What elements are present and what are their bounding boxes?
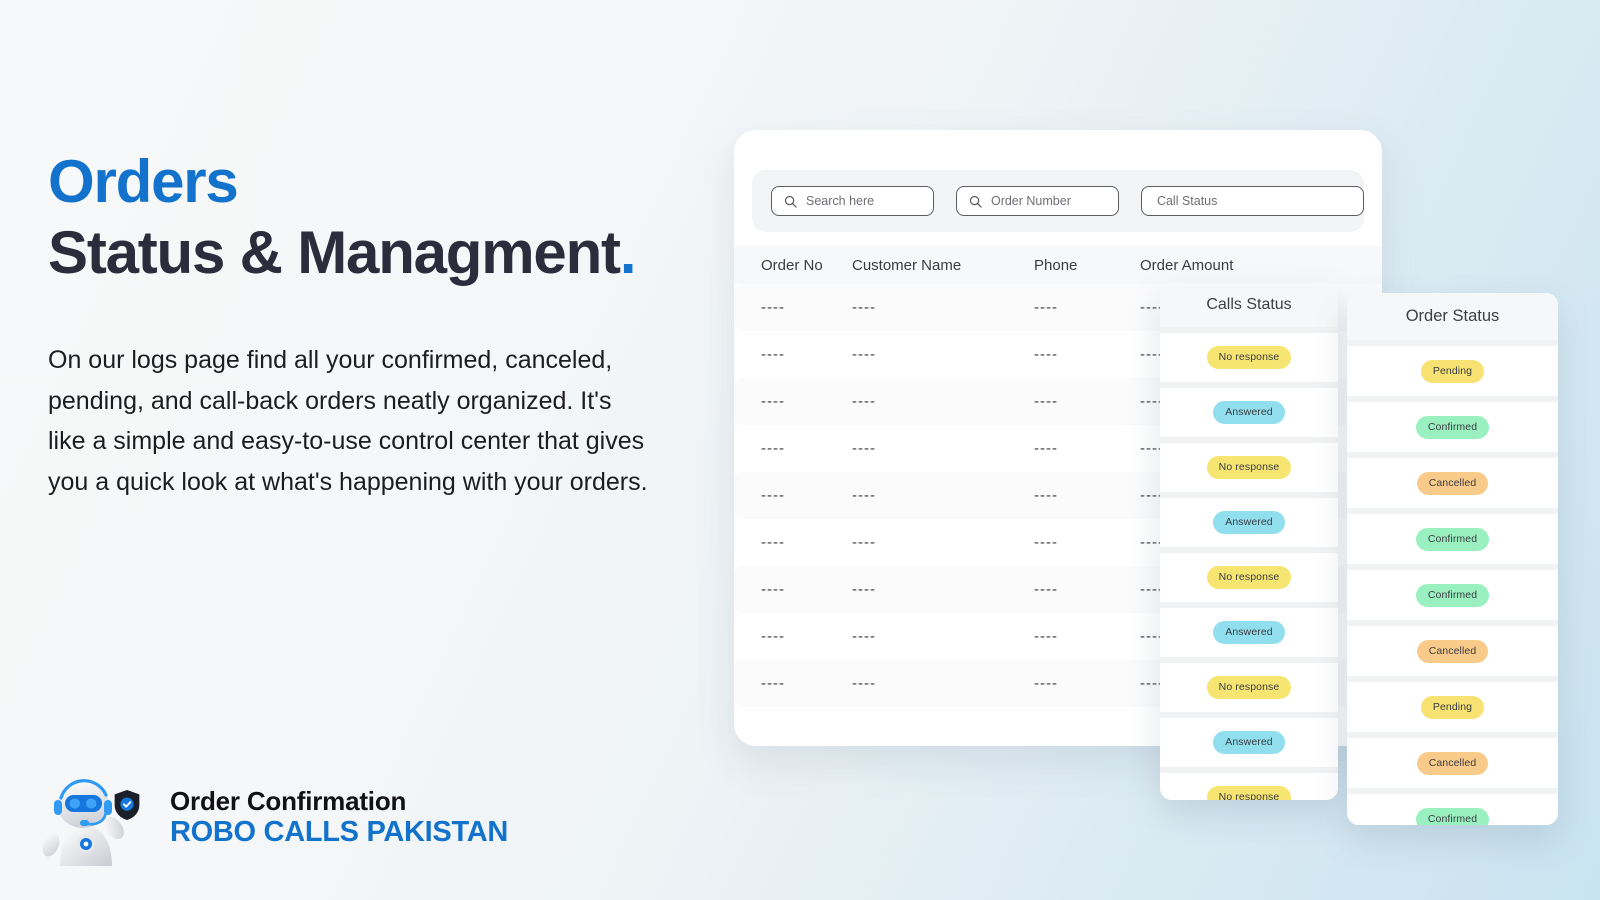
status-badge: Pending (1420, 359, 1485, 383)
status-badge: Answered (1213, 511, 1285, 534)
order-status-row[interactable]: Confirmed (1347, 570, 1558, 620)
search-icon (784, 195, 797, 208)
order-status-card: Order Status Pending Confirmed Cancelled… (1347, 293, 1558, 825)
call-status-select-placeholder: Call Status (1156, 194, 1218, 208)
cell-order-no: ---- (761, 628, 785, 645)
calls-status-row[interactable]: No response (1160, 663, 1338, 712)
cell-phone: ---- (1034, 393, 1058, 410)
table-header-row: Order No Customer Name Phone Order Amoun… (734, 246, 1382, 284)
cell-phone: ---- (1034, 346, 1058, 363)
status-badge: No response (1206, 566, 1292, 589)
cell-phone: ---- (1034, 487, 1058, 504)
cell-customer-name: ---- (852, 534, 876, 551)
calls-status-title: Calls Status (1160, 283, 1338, 327)
page-title-line-2: Status & Managment. (48, 221, 708, 284)
page-title-line-1: Orders (48, 148, 239, 215)
title-accent-dot: . (619, 219, 637, 286)
order-status-row[interactable]: Confirmed (1347, 794, 1558, 825)
cell-order-no: ---- (761, 487, 785, 504)
column-header-order-amount: Order Amount (1140, 256, 1234, 274)
calls-status-row[interactable]: Answered (1160, 608, 1338, 657)
cell-customer-name: ---- (852, 628, 876, 645)
cell-order-no: ---- (761, 440, 785, 457)
cell-customer-name: ---- (852, 675, 876, 692)
status-badge: Confirmed (1415, 415, 1490, 439)
page-title: Orders Status & Managment. (48, 150, 708, 284)
status-badge: Pending (1420, 695, 1485, 719)
cell-phone: ---- (1034, 534, 1058, 551)
calls-status-row[interactable]: Answered (1160, 498, 1338, 547)
status-badge: Answered (1213, 731, 1285, 754)
brand-title: Order Confirmation (170, 786, 407, 817)
cell-customer-name: ---- (852, 440, 876, 457)
cell-order-no: ---- (761, 675, 785, 692)
status-badge: No response (1206, 676, 1292, 699)
cell-order-no: ---- (761, 299, 785, 316)
cell-order-no: ---- (761, 393, 785, 410)
search-icon (969, 195, 982, 208)
search-input[interactable]: Search here (771, 186, 934, 216)
cell-order-no: ---- (761, 346, 785, 363)
status-badge: Cancelled (1416, 751, 1489, 775)
status-badge: Answered (1213, 621, 1285, 644)
cell-phone: ---- (1034, 628, 1058, 645)
cell-customer-name: ---- (852, 487, 876, 504)
status-badge: Answered (1213, 401, 1285, 424)
order-number-input-placeholder: Order Number (990, 194, 1071, 208)
calls-status-row[interactable]: Answered (1160, 388, 1338, 437)
order-status-row[interactable]: Confirmed (1347, 402, 1558, 452)
column-header-phone: Phone (1034, 256, 1078, 274)
page-title-line-2-text: Status & Managment (48, 219, 621, 286)
status-badge: Confirmed (1415, 807, 1490, 825)
search-input-placeholder: Search here (806, 194, 875, 208)
cell-customer-name: ---- (852, 393, 876, 410)
status-badge: No response (1206, 786, 1292, 800)
calls-status-row[interactable]: Answered (1160, 718, 1338, 767)
cell-order-no: ---- (761, 534, 785, 551)
status-badge: Cancelled (1416, 471, 1489, 495)
column-header-customer-name: Customer Name (852, 256, 962, 274)
calls-status-row[interactable]: No response (1160, 773, 1338, 800)
cell-order-no: ---- (761, 581, 785, 598)
cell-phone: ---- (1034, 675, 1058, 692)
brand-lockup: Order Confirmation ROBO CALLS PAKISTAN (30, 762, 508, 874)
order-status-row[interactable]: Cancelled (1347, 738, 1558, 788)
cell-customer-name: ---- (852, 581, 876, 598)
calls-status-row[interactable]: No response (1160, 553, 1338, 602)
order-number-input[interactable]: Order Number (955, 186, 1119, 216)
calls-status-row[interactable]: No response (1160, 333, 1338, 382)
status-badge: No response (1206, 346, 1292, 369)
order-status-row[interactable]: Cancelled (1347, 458, 1558, 508)
order-status-row[interactable]: Confirmed (1347, 514, 1558, 564)
call-status-select[interactable]: Call Status (1140, 186, 1364, 216)
order-status-row[interactable]: Pending (1347, 682, 1558, 732)
order-status-row[interactable]: Cancelled (1347, 626, 1558, 676)
hero-copy: Orders Status & Managment. On our logs p… (48, 150, 708, 502)
calls-status-card: Calls Status No response Answered No res… (1160, 283, 1338, 800)
column-header-order-no: Order No (761, 256, 823, 274)
brand-subtitle: ROBO CALLS PAKISTAN (170, 816, 508, 849)
order-status-row[interactable]: Pending (1347, 346, 1558, 396)
order-status-title: Order Status (1347, 293, 1558, 340)
status-badge: Confirmed (1415, 527, 1490, 551)
cell-phone: ---- (1034, 581, 1058, 598)
filter-toolbar: Search here Order Number Call Status (752, 170, 1364, 232)
cell-phone: ---- (1034, 440, 1058, 457)
cell-phone: ---- (1034, 299, 1058, 316)
calls-status-row[interactable]: No response (1160, 443, 1338, 492)
status-badge: Cancelled (1416, 639, 1489, 663)
status-badge: Confirmed (1415, 583, 1490, 607)
promo-slide: Orders Status & Managment. On our logs p… (0, 0, 1600, 900)
brand-text: Order Confirmation ROBO CALLS PAKISTAN (170, 787, 508, 849)
cell-customer-name: ---- (852, 346, 876, 363)
cell-customer-name: ---- (852, 299, 876, 316)
status-badge: No response (1206, 456, 1292, 479)
hero-description: On our logs page find all your confirmed… (48, 346, 648, 496)
